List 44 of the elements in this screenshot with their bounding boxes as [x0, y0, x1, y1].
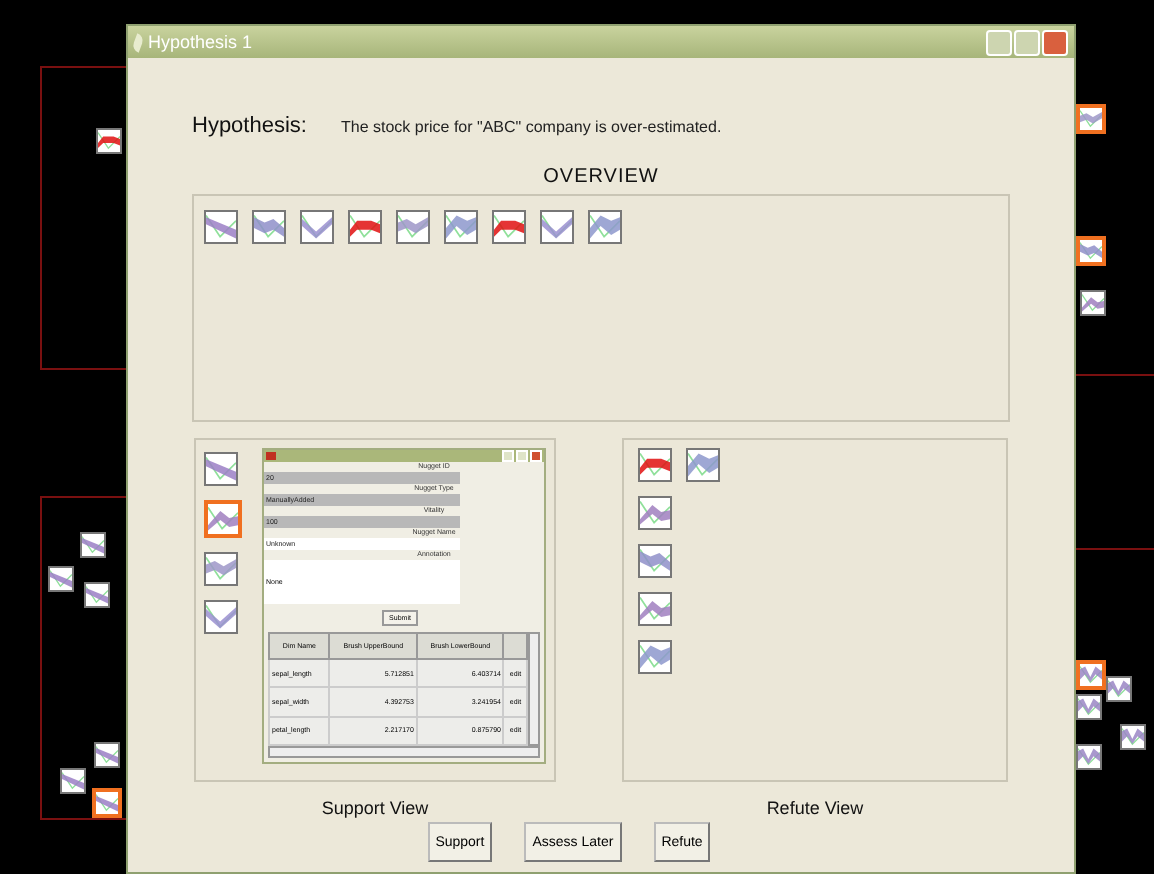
pattern-thumbnail[interactable]: [80, 532, 106, 558]
pattern-thumbnail[interactable]: [204, 552, 238, 586]
close-button[interactable]: [530, 450, 542, 462]
pattern-thumbnail[interactable]: [204, 600, 238, 634]
pattern-thumbnail[interactable]: [638, 496, 672, 530]
pattern-thumbnail[interactable]: [444, 210, 478, 244]
section-title: OVERVIEW: [541, 166, 661, 188]
pattern-thumbnail[interactable]: [92, 788, 122, 818]
pattern-thumbnail[interactable]: [1120, 724, 1146, 750]
pattern-thumbnail[interactable]: [60, 768, 86, 794]
column-header: [503, 633, 527, 659]
pattern-thumbnail[interactable]: [638, 640, 672, 674]
pattern-thumbnail[interactable]: [1076, 744, 1102, 770]
pattern-thumbnail[interactable]: [204, 500, 242, 538]
pattern-thumbnail[interactable]: [300, 210, 334, 244]
pattern-thumbnail[interactable]: [588, 210, 622, 244]
pattern-thumbnail[interactable]: [48, 566, 74, 592]
section-title: Support View: [321, 798, 429, 818]
hypothesis-label: Hypothesis:: [192, 114, 307, 138]
pattern-thumbnail[interactable]: [396, 210, 430, 244]
pattern-thumbnail[interactable]: [1080, 290, 1106, 316]
section-title: Refute View: [766, 798, 864, 818]
close-button[interactable]: [1042, 29, 1068, 55]
pattern-thumbnail[interactable]: [96, 128, 122, 154]
pattern-thumbnail[interactable]: [252, 210, 286, 244]
pattern-thumbnail[interactable]: [638, 592, 672, 626]
pattern-thumbnail[interactable]: [204, 452, 238, 486]
pattern-thumbnail[interactable]: [638, 544, 672, 578]
feather-icon: [131, 32, 145, 52]
pattern-thumbnail[interactable]: [1106, 676, 1132, 702]
scrollbar[interactable]: [268, 746, 540, 758]
pattern-thumbnail[interactable]: [540, 210, 574, 244]
pattern-thumbnail[interactable]: [492, 210, 526, 244]
pattern-thumbnail[interactable]: [94, 742, 120, 768]
pattern-thumbnail[interactable]: [1076, 694, 1102, 720]
pattern-thumbnail[interactable]: [348, 210, 382, 244]
pattern-thumbnail[interactable]: [638, 448, 672, 482]
app-icon: [266, 452, 276, 460]
scrollbar[interactable]: [528, 632, 540, 746]
pattern-thumbnail[interactable]: [686, 448, 720, 482]
window-title: Hypothesis 1: [148, 32, 255, 52]
pattern-thumbnail[interactable]: [84, 582, 110, 608]
hypothesis-text: The stock price for "ABC" company is over-estimated.: [340, 118, 722, 136]
pattern-thumbnail[interactable]: [204, 210, 238, 244]
